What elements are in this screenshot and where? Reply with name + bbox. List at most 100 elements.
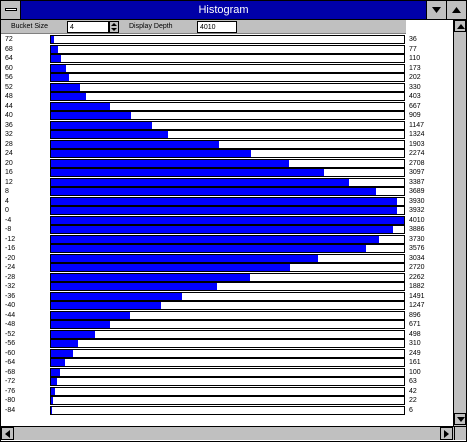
bucket-count: 310 [409, 340, 421, 347]
scroll-right-button[interactable] [440, 427, 453, 440]
scroll-down-button[interactable] [454, 413, 466, 425]
bucket-label: 48 [5, 93, 13, 100]
bucket-count: 100 [409, 368, 421, 376]
bucket-count: 3886 [409, 226, 425, 233]
bucket-label: -56 [5, 340, 16, 347]
bucket-count: 3932 [409, 207, 425, 214]
histogram-bar [51, 197, 397, 205]
histogram-bar [51, 131, 168, 138]
histogram-bar-track [50, 253, 405, 263]
histogram-bar-track [50, 282, 405, 291]
histogram-row: 72 36 [1, 35, 456, 44]
scroll-left-button[interactable] [1, 427, 14, 440]
histogram-row: 52 330 [1, 82, 456, 92]
bucket-count: 249 [409, 349, 421, 357]
histogram-bar-track [50, 111, 405, 120]
bucket-label: 36 [5, 121, 13, 129]
histogram-bar [51, 140, 219, 148]
histogram-row: 44 667 [1, 101, 456, 111]
histogram-bar [51, 311, 130, 319]
scrollbar-corner [454, 426, 466, 440]
histogram-bar [51, 245, 366, 252]
bucket-label: -84 [5, 406, 16, 414]
maximize-button[interactable] [446, 1, 466, 19]
histogram-bar [51, 188, 376, 195]
histogram-bar [51, 93, 86, 100]
histogram-row: -44 896 [1, 310, 456, 320]
bucket-size-spinner[interactable] [109, 21, 119, 33]
display-depth-input[interactable]: 4010 [197, 21, 237, 33]
histogram-bar-track [50, 54, 405, 63]
bucket-count: 6 [409, 406, 413, 414]
bucket-label: -24 [5, 264, 16, 271]
bucket-count: 4010 [409, 216, 425, 224]
histogram-bar [51, 121, 152, 129]
histogram-bar [51, 283, 217, 290]
histogram-bar-track [50, 386, 405, 396]
histogram-bar-track [50, 82, 405, 92]
histogram-bar [51, 273, 250, 281]
system-menu-button[interactable] [1, 1, 21, 19]
histogram-bar-track [50, 149, 405, 158]
histogram-bar [51, 112, 131, 119]
histogram-bar [51, 406, 52, 414]
bucket-count: 77 [409, 45, 417, 53]
spin-down-icon[interactable] [111, 28, 117, 31]
bucket-count: 3034 [409, 254, 425, 262]
bucket-label: -8 [5, 226, 12, 233]
bucket-count: 2262 [409, 273, 425, 281]
histogram-bar [51, 359, 65, 366]
histogram-row: 48 403 [1, 92, 456, 101]
bucket-size-input[interactable]: 4 [67, 21, 109, 33]
bucket-label: -72 [5, 378, 16, 385]
histogram-bar [51, 330, 95, 338]
histogram-row: 68 77 [1, 44, 456, 54]
histogram-bar [51, 340, 78, 347]
bucket-label: 24 [5, 150, 13, 157]
histogram-bar-track [50, 196, 405, 206]
histogram-bar-track [50, 158, 405, 168]
histogram-bar [51, 207, 397, 214]
histogram-row: 8 3689 [1, 187, 456, 196]
histogram-bar [51, 292, 182, 300]
histogram-row: -8 3886 [1, 225, 456, 234]
minimize-button[interactable] [426, 1, 446, 19]
histogram-bar [51, 169, 324, 176]
bucket-label: -20 [5, 254, 16, 262]
vertical-scrollbar[interactable] [453, 20, 466, 426]
minimize-icon [432, 7, 441, 13]
bucket-count: 671 [409, 321, 421, 328]
histogram-row: 12 3387 [1, 177, 456, 187]
bucket-label: 64 [5, 55, 13, 62]
histogram-bar-track [50, 272, 405, 282]
bucket-count: 909 [409, 112, 421, 119]
histogram-window: Histogram Bucket Size 4 Display Depth 40… [0, 0, 467, 442]
histogram-bar-track [50, 206, 405, 215]
histogram-bar-track [50, 405, 405, 415]
histogram-row: -4 4010 [1, 215, 456, 225]
bucket-label: 60 [5, 64, 13, 72]
histogram-row: 60 173 [1, 63, 456, 73]
histogram-bar-track [50, 358, 405, 367]
bucket-label: 40 [5, 112, 13, 119]
histogram-bar-track [50, 377, 405, 386]
title-bar[interactable]: Histogram [1, 1, 466, 20]
histogram-row: 0 3932 [1, 206, 456, 215]
bucket-count: 3387 [409, 178, 425, 186]
histogram-row: -76 42 [1, 386, 456, 396]
system-menu-icon [5, 8, 17, 11]
histogram-row: -52 498 [1, 329, 456, 339]
horizontal-scrollbar[interactable] [1, 426, 454, 440]
bucket-count: 1903 [409, 140, 425, 148]
histogram-bar [51, 159, 289, 167]
histogram-bar-track [50, 120, 405, 130]
histogram-row: 64 110 [1, 54, 456, 63]
scroll-up-button[interactable] [454, 20, 466, 32]
histogram-bar [51, 36, 54, 43]
bucket-label: -32 [5, 283, 16, 290]
histogram-bar [51, 64, 66, 72]
bucket-count: 1324 [409, 131, 425, 138]
histogram-bar-track [50, 396, 405, 405]
histogram-bar [51, 83, 80, 91]
spin-up-icon[interactable] [111, 23, 117, 26]
